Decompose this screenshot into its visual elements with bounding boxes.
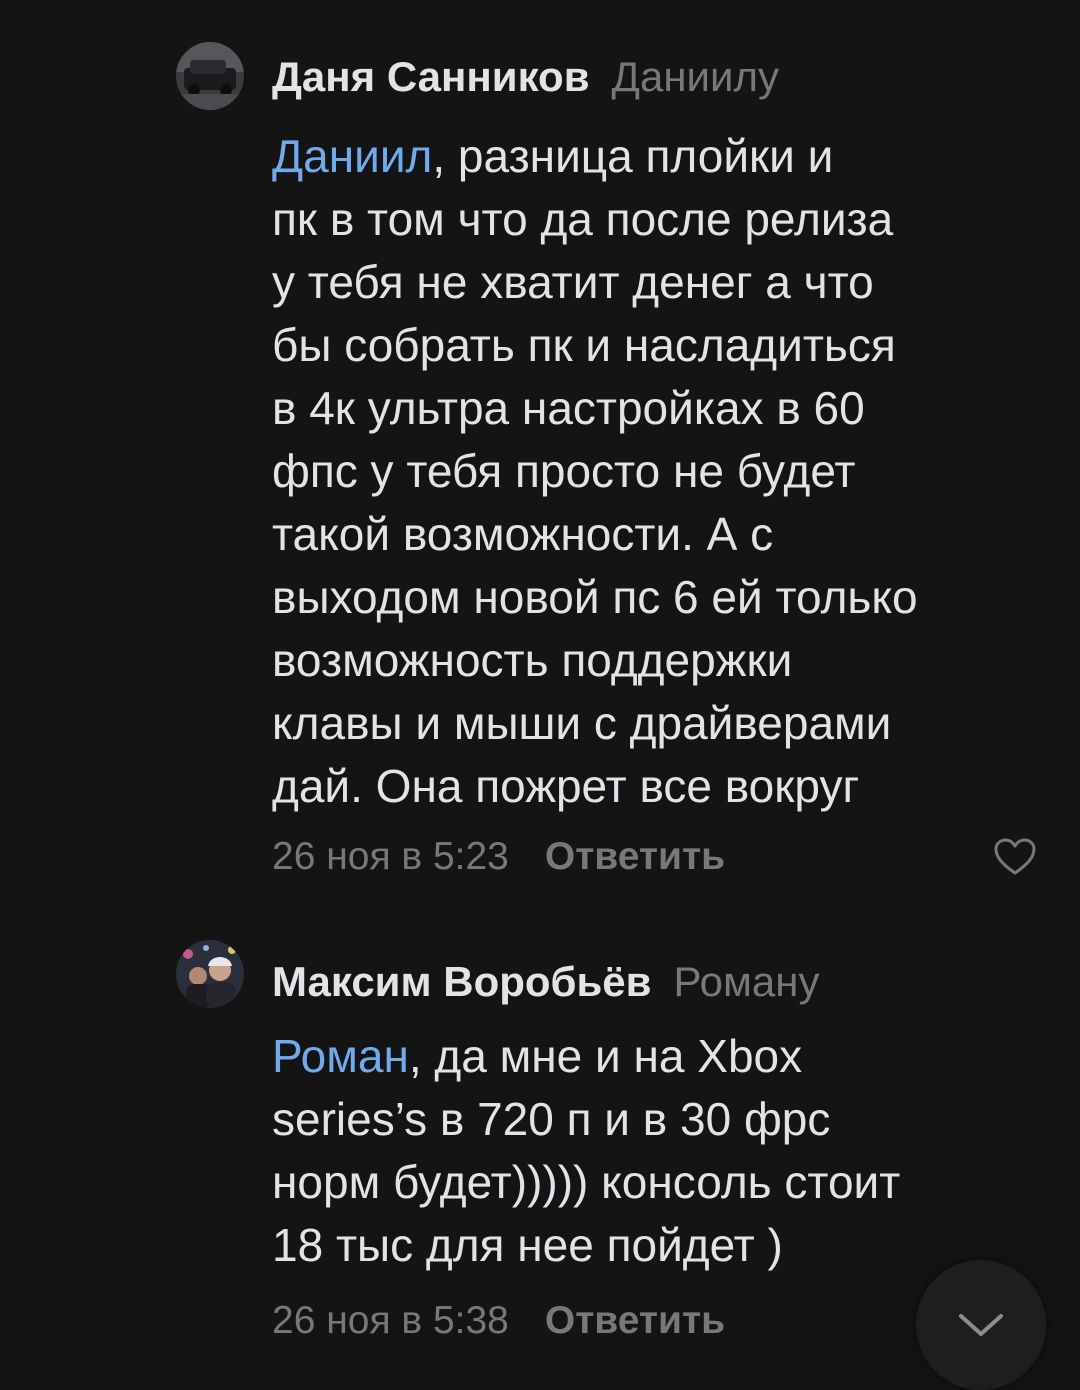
comment-text: Роман, да мне и на Xbox series’s в 720 п…: [272, 1025, 1052, 1277]
people-photo-avatar-image: [176, 940, 244, 1008]
reply-to-name[interactable]: Роману: [673, 958, 819, 1005]
chevron-down-icon: [959, 1314, 1003, 1336]
comment-header: Максим Воробьёв Роману: [272, 957, 819, 1007]
comment-meta: 26 ноя в 5:23 Ответить: [272, 834, 725, 880]
author-name[interactable]: Максим Воробьёв: [272, 958, 651, 1005]
comment-meta: 26 ноя в 5:38 Ответить: [272, 1298, 725, 1344]
author-name[interactable]: Даня Санников: [272, 53, 590, 100]
reply-button[interactable]: Ответить: [545, 835, 725, 878]
scroll-down-button[interactable]: [916, 1260, 1046, 1390]
mention-link[interactable]: Даниил: [272, 130, 432, 182]
comment-text: Даниил, разница плойки и пк в том что да…: [272, 125, 1052, 818]
avatar[interactable]: [176, 940, 244, 1008]
comment-timestamp: 26 ноя в 5:23: [272, 835, 509, 878]
avatar[interactable]: [176, 42, 244, 110]
reply-button[interactable]: Ответить: [545, 1299, 725, 1342]
reply-to-name[interactable]: Даниилу: [612, 53, 779, 100]
car-photo-avatar-image: [176, 42, 244, 110]
comment-header: Даня Санников Даниилу: [272, 52, 779, 102]
heart-outline-icon[interactable]: [994, 838, 1036, 876]
mention-link[interactable]: Роман: [272, 1030, 409, 1082]
comment-body: , разница плойки и пк в том что да после…: [272, 130, 918, 812]
comment-timestamp: 26 ноя в 5:38: [272, 1299, 509, 1342]
